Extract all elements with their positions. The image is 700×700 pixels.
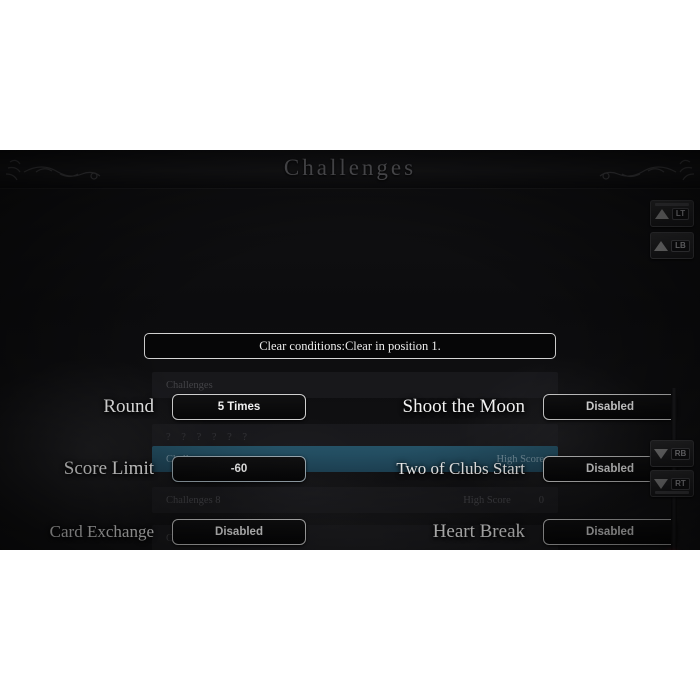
triangle-down-icon — [653, 448, 668, 459]
page-down-key-label: RT — [671, 477, 690, 490]
setting-label-two-of-clubs-start: Two of Clubs Start — [396, 459, 525, 478]
setting-row-two-of-clubs-start[interactable]: Two of Clubs Start Disabled — [343, 455, 677, 483]
trigger-bar — [655, 491, 689, 494]
setting-label-shoot-the-moon: Shoot the Moon — [402, 396, 525, 417]
header-bar: Challenges — [0, 150, 700, 189]
setting-value-heart-break[interactable]: Disabled — [543, 519, 677, 545]
triangle-up-icon — [654, 208, 669, 219]
setting-row-card-exchange[interactable]: Card Exchange Disabled — [22, 518, 306, 546]
setting-value-shoot-the-moon[interactable]: Disabled — [543, 394, 677, 420]
trigger-bar — [655, 203, 689, 206]
scroll-down-button[interactable]: RB — [650, 440, 694, 467]
page-down-button[interactable]: RT — [650, 470, 694, 497]
setting-row-shoot-the-moon[interactable]: Shoot the Moon Disabled — [343, 393, 677, 421]
setting-label-score-limit: Score Limit — [63, 458, 154, 479]
ghost-row-label: Challenges — [166, 379, 213, 391]
ghost-row-highscore-value: 0 — [538, 494, 544, 506]
ghost-row-challenges-count: Challenges 8 — [166, 494, 221, 506]
page-up-key-label: LT — [671, 207, 690, 220]
ghost-row-label: ? ? ? ? ? ? — [166, 431, 252, 443]
triangle-up-icon — [654, 240, 669, 251]
scroll-down-key-label: RB — [670, 447, 691, 460]
setting-value-round[interactable]: 5 Times — [172, 394, 306, 420]
ghost-list-row: Challenges 8 High Score 0 — [152, 487, 558, 513]
game-viewport: Challenges ? ? ? ? ? ? Challenges High S… — [0, 150, 700, 550]
page-up-button[interactable]: LT — [650, 200, 694, 227]
setting-row-score-limit[interactable]: Score Limit -60 — [22, 455, 306, 483]
clear-condition-text: Clear conditions:Clear in position 1. — [259, 338, 441, 353]
setting-label-card-exchange: Card Exchange — [49, 522, 154, 541]
page-title: Challenges — [283, 155, 417, 180]
setting-label-heart-break: Heart Break — [432, 521, 525, 542]
setting-row-heart-break[interactable]: Heart Break Disabled — [343, 518, 677, 546]
ghost-row-highscore-label: High Score — [463, 494, 511, 506]
scroll-up-button[interactable]: LB — [650, 232, 694, 259]
setting-value-score-limit[interactable]: -60 — [172, 456, 306, 482]
clear-condition-banner: Clear conditions:Clear in position 1. — [144, 333, 556, 359]
scrollbar-track[interactable] — [671, 388, 677, 550]
setting-value-card-exchange[interactable]: Disabled — [172, 519, 306, 545]
setting-label-round: Round — [103, 396, 154, 417]
triangle-down-icon — [654, 478, 669, 489]
setting-row-round[interactable]: Round 5 Times — [22, 393, 306, 421]
scroll-up-key-label: LB — [671, 239, 690, 252]
